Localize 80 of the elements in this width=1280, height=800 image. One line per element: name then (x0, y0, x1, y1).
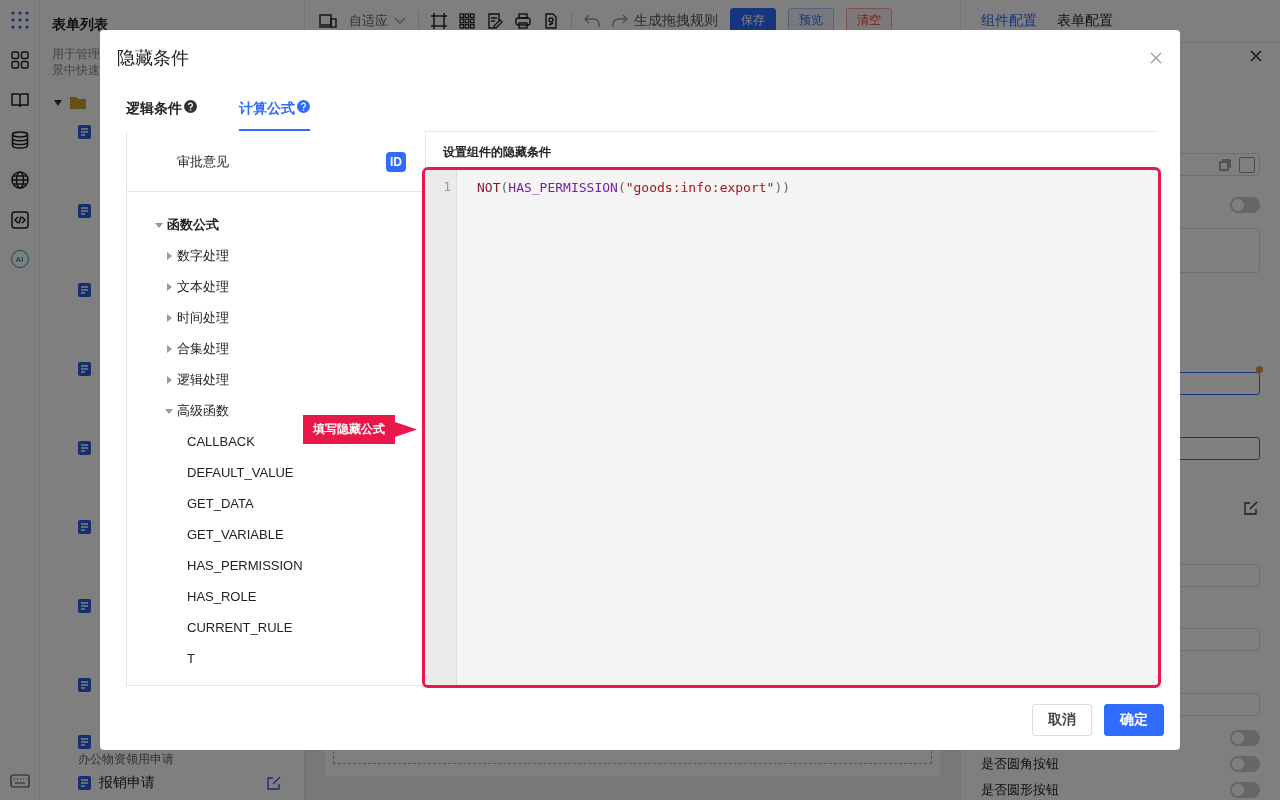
dialog-tab[interactable]: 计算公式 (239, 86, 310, 131)
document-icon (78, 776, 91, 790)
globe-icon[interactable] (9, 170, 30, 190)
switch-label: 是否圆形按钮 (981, 781, 1059, 799)
document-icon (78, 441, 91, 455)
grid-icon[interactable] (9, 50, 30, 70)
panel-title: 表单列表 (52, 16, 109, 34)
tree-item[interactable]: 数字处理 (177, 246, 229, 265)
dialog-button[interactable]: 确定 (1104, 704, 1164, 736)
caret-icon[interactable] (165, 344, 173, 353)
edit-icon[interactable] (1244, 501, 1258, 515)
code-line: NOT(HAS_PERMISSION("goods:info:export")) (477, 178, 791, 197)
caret-icon[interactable] (165, 282, 173, 291)
edit-icon[interactable] (487, 12, 503, 29)
caret-icon[interactable] (165, 406, 173, 415)
tree-item[interactable]: HAS_ROLE (187, 589, 257, 604)
tree-item[interactable]: HAS_PERMISSION (187, 558, 303, 573)
document-icon (78, 204, 91, 218)
book-icon[interactable] (9, 90, 30, 110)
close-icon[interactable] (1250, 50, 1262, 62)
printer-icon[interactable] (515, 12, 531, 29)
form-item[interactable]: 报销申请 (99, 774, 155, 792)
code-editor[interactable]: 1 NOT(HAS_PERMISSION("goods:info:export")) (422, 166, 1161, 688)
status-dot (1256, 366, 1263, 373)
chevron-icon[interactable] (394, 16, 406, 25)
help-icon[interactable] (184, 100, 197, 113)
item-description: 办公物资领用申请 (78, 750, 174, 768)
code-icon[interactable] (9, 210, 30, 230)
tree-item[interactable]: CURRENT_RULE (187, 620, 293, 635)
document-icon (78, 520, 91, 534)
dialog-title: 隐藏条件 (117, 47, 189, 70)
tree-item[interactable]: 逻辑处理 (177, 370, 229, 389)
line-number: 1 (443, 177, 451, 196)
tree-item[interactable]: T (187, 651, 195, 666)
caret-icon[interactable] (165, 251, 173, 260)
document-icon (78, 735, 91, 749)
document-icon (78, 362, 91, 376)
device-icon[interactable] (319, 12, 337, 29)
document-icon (78, 678, 91, 692)
field-item[interactable]: 审批意见 (177, 153, 229, 171)
id-badge: ID (386, 152, 406, 172)
switch-label: 是否圆角按钮 (981, 755, 1059, 773)
generate-rules-button[interactable]: 生成拖拽规则 (634, 11, 718, 30)
toggle-switch[interactable] (1230, 782, 1260, 798)
tree-item[interactable]: 函数公式 (167, 215, 219, 234)
tree-item[interactable]: 时间处理 (177, 308, 229, 327)
document-icon (78, 599, 91, 613)
dialog-button[interactable]: 取消 (1032, 704, 1092, 736)
tree-item[interactable]: 合集处理 (177, 339, 229, 358)
keyboard-icon[interactable] (9, 774, 30, 788)
tree-item[interactable]: GET_DATA (187, 496, 254, 511)
toggle-switch[interactable] (1230, 197, 1260, 213)
caret-icon[interactable] (165, 313, 173, 322)
callout-label: 填写隐藏公式 (303, 415, 417, 444)
tree-item[interactable]: 文本处理 (177, 277, 229, 296)
caret-icon[interactable] (155, 220, 163, 229)
redo-icon[interactable] (612, 13, 628, 28)
copy-icon[interactable] (1219, 158, 1231, 171)
toggle-switch[interactable] (1230, 756, 1260, 772)
grid-icon[interactable] (459, 12, 475, 29)
editor-label: 设置组件的隐藏条件 (441, 144, 552, 161)
crop-icon[interactable] (431, 12, 447, 29)
close-icon[interactable] (1150, 52, 1162, 64)
dialog-tab[interactable]: 逻辑条件 (126, 86, 197, 131)
document-icon (78, 283, 91, 297)
edit-icon[interactable] (266, 775, 282, 791)
tree-item[interactable]: DEFAULT_VALUE (187, 465, 294, 480)
tree-item[interactable]: CALLBACK (187, 434, 255, 449)
database-icon[interactable] (9, 130, 30, 150)
apps-grid-icon[interactable] (9, 10, 30, 30)
folder-icon (70, 96, 86, 109)
tree-item[interactable]: GET_VARIABLE (187, 527, 284, 542)
undo-icon[interactable] (584, 13, 600, 28)
caret-icon[interactable] (165, 375, 173, 384)
config-tab[interactable]: 表单配置 (1057, 12, 1113, 30)
caret-icon[interactable] (54, 99, 62, 106)
document-icon[interactable] (543, 12, 559, 29)
document-icon (78, 125, 91, 139)
toggle-switch[interactable] (1230, 730, 1260, 746)
tree-item[interactable]: 高级函数 (177, 401, 229, 420)
